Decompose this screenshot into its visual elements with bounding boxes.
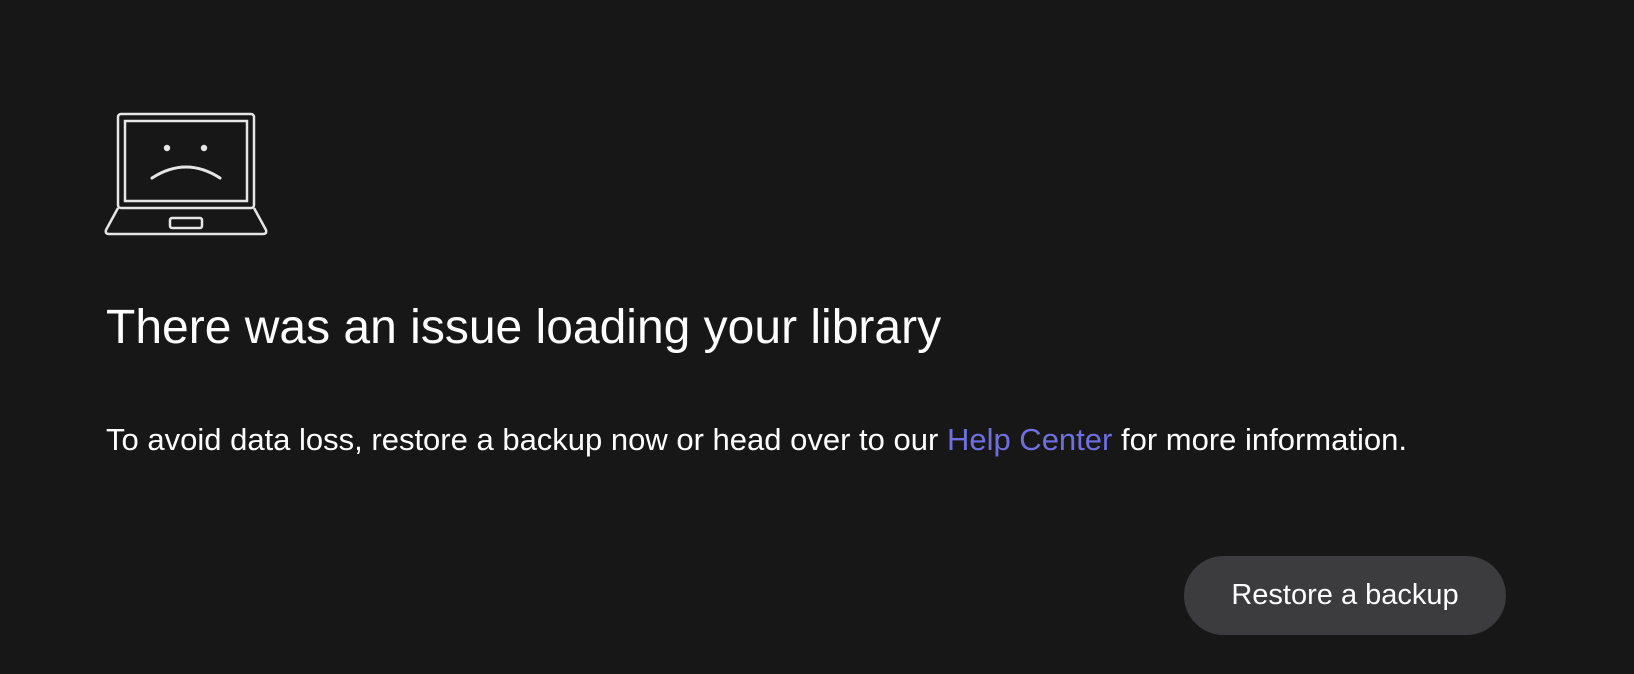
restore-backup-button[interactable]: Restore a backup bbox=[1184, 556, 1506, 635]
sad-laptop-icon bbox=[104, 112, 268, 238]
error-title: There was an issue loading your library bbox=[106, 301, 942, 354]
error-message-suffix: for more information. bbox=[1112, 422, 1407, 457]
library-error-screen: There was an issue loading your library … bbox=[0, 0, 1634, 674]
help-center-link[interactable]: Help Center bbox=[947, 422, 1112, 457]
error-message: To avoid data loss, restore a backup now… bbox=[106, 418, 1407, 462]
error-message-text: To avoid data loss, restore a backup now… bbox=[106, 422, 947, 457]
